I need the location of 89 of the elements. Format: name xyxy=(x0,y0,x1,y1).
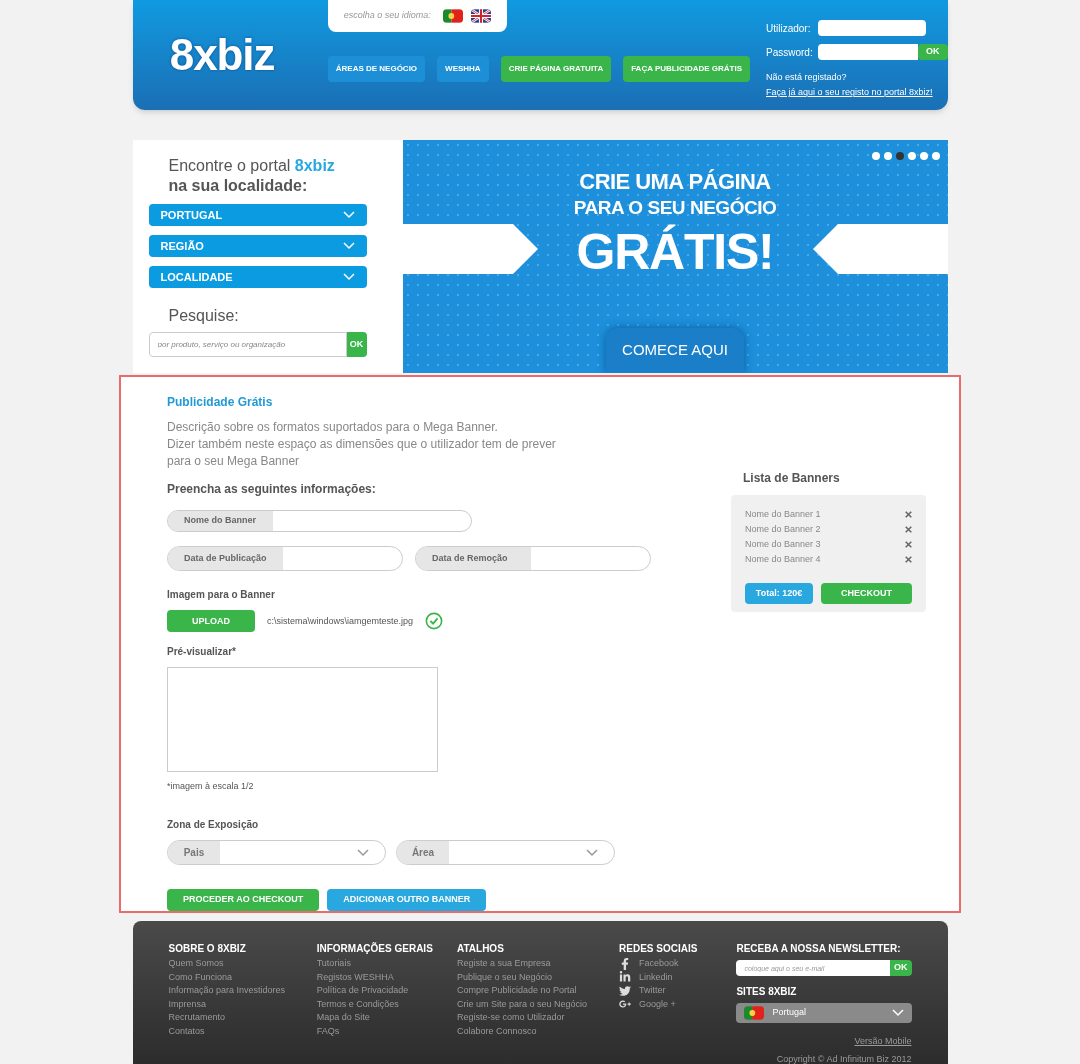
remove-icon[interactable] xyxy=(905,511,912,518)
footer-link[interactable]: Crie um Site para o seu Negócio xyxy=(456,997,620,1011)
footer-heading: SOBRE O 8XBIZ xyxy=(168,942,247,956)
social-link[interactable]: Twitter xyxy=(639,984,666,998)
register-link[interactable]: Faça já aqui o seu registo no portal 8xbiz! xyxy=(766,87,948,99)
form-heading: Preencha as seguintes informações: xyxy=(167,481,377,498)
chevron-down-icon xyxy=(342,273,355,281)
password-field[interactable] xyxy=(818,44,918,60)
nav-button[interactable]: WESHHA xyxy=(437,56,489,82)
search-button[interactable]: OK xyxy=(346,332,367,357)
mobile-version-link[interactable]: Versão Mobile xyxy=(854,1035,912,1049)
footer-link[interactable]: Informação para Investidores xyxy=(168,984,317,998)
brand-name: 8xbiz xyxy=(294,157,335,174)
footer-link[interactable]: Como Funciona xyxy=(168,970,317,984)
footer-link[interactable]: Registe a sua Empresa xyxy=(456,957,620,971)
footer-link[interactable]: Contatos xyxy=(168,1024,317,1038)
footer-link[interactable]: Imprensa xyxy=(168,997,317,1011)
remove-icon[interactable] xyxy=(905,556,912,563)
zone-label: Zona de Exposição xyxy=(167,818,260,832)
login-button[interactable]: OK xyxy=(918,44,948,60)
chevron-down-icon xyxy=(357,848,369,857)
form-action-button[interactable]: PROCEDER AO CHECKOUT xyxy=(167,889,320,911)
footer-link[interactable]: Política de Privacidade xyxy=(316,984,457,998)
form-action-button[interactable]: ADICIONAR OUTRO BANNER xyxy=(327,889,487,911)
remove-icon[interactable] xyxy=(905,541,912,548)
newsletter-button[interactable]: OK xyxy=(890,960,912,976)
banner-list-item: Nome do Banner 2 xyxy=(745,522,821,536)
username-label: Utilizador: xyxy=(766,21,812,36)
footer-link[interactable]: Termos e Condições xyxy=(316,997,457,1011)
banner-headline: PARA O SEU NEGÓCIO xyxy=(573,195,777,220)
search-field[interactable]: por produto, serviço ou organização xyxy=(148,332,347,357)
start-button[interactable]: COMECE AQUI xyxy=(606,328,744,373)
copyright: Copyright © Ad Infinitum Biz 2012 xyxy=(776,1052,912,1064)
password-label: Password: xyxy=(766,45,814,60)
location-dropdown[interactable]: REGIÃO xyxy=(148,235,367,257)
social-link[interactable]: Linkedin xyxy=(639,970,673,984)
footer-link[interactable]: Registos WESHHA xyxy=(316,970,457,984)
total-badge: Total: 120€ xyxy=(745,583,813,604)
footer-link[interactable]: Publique o seu Negócio xyxy=(456,970,620,984)
chevron-down-icon xyxy=(342,242,355,250)
chevron-down-icon xyxy=(342,211,355,219)
site-select[interactable]: Portugal xyxy=(736,1003,912,1023)
language-label: escolha o seu idioma: xyxy=(343,9,431,23)
location-dropdown[interactable]: PORTUGAL xyxy=(148,204,367,226)
chevron-down-icon xyxy=(891,1009,904,1017)
checkout-button[interactable]: CHECKOUT xyxy=(821,583,912,604)
form-description: Descrição sobre os formatos suportados para o Mega Banner. Dizer também neste espaço as dimensões que o utilizador tem de prever para o seu Mega Banner xyxy=(167,419,557,470)
preview-note: *imagem à escala 1/2 xyxy=(167,779,255,793)
footer-heading: REDES SOCIAIS xyxy=(619,942,699,956)
banner-headline: CRIE UMA PÁGINA xyxy=(579,168,771,196)
footer-heading: RECEBA A NOSSA NEWSLETTER: xyxy=(736,942,902,956)
footer-link[interactable]: Registe-se como Utilizador xyxy=(456,1011,620,1025)
nav-button[interactable]: FAÇA PUBLICIDADE GRÁTIS xyxy=(623,56,750,82)
nav-button[interactable]: CRIE PÁGINA GRATUITA xyxy=(500,56,612,82)
nav-button[interactable]: ÁREAS DE NEGÓCIO xyxy=(327,56,426,82)
footer-heading: INFORMAÇÕES GERAIS xyxy=(316,941,434,956)
chevron-down-icon xyxy=(586,848,598,857)
logo[interactable]: 8xbiz xyxy=(169,33,275,77)
finder-subtitle: na sua localidade: xyxy=(167,176,309,196)
social-link[interactable]: Google + xyxy=(639,997,676,1011)
footer-link[interactable]: Compre Publicidade no Portal xyxy=(456,984,620,998)
footer-link[interactable]: Recrutamento xyxy=(168,1011,317,1025)
social-link[interactable]: Facebook xyxy=(639,957,679,971)
flag-icon[interactable] xyxy=(470,9,491,23)
remove-icon[interactable] xyxy=(905,526,912,533)
finder-title: Encontre o portal xyxy=(168,157,291,174)
register-question: Não está registado? xyxy=(766,72,848,84)
upload-button[interactable]: UPLOAD xyxy=(167,610,255,633)
banner-list-item: Nome do Banner 1 xyxy=(745,507,821,521)
image-label: Imagem para o Banner xyxy=(167,588,276,603)
linkedin-icon xyxy=(619,971,632,984)
footer-link[interactable]: FAQs xyxy=(316,1024,457,1038)
footer-link[interactable]: Colabore Connosco xyxy=(456,1024,620,1038)
banner-list-title: Lista de Banners xyxy=(743,470,841,487)
footer-link[interactable]: Quem Somos xyxy=(168,957,317,971)
footer-heading: SITES 8XBIZ xyxy=(736,985,798,999)
location-dropdown[interactable]: LOCALIDADE xyxy=(148,266,367,288)
banner-list-item: Nome do Banner 3 xyxy=(745,537,821,551)
twitter-icon xyxy=(619,984,632,997)
search-label: Pesquise: xyxy=(167,306,240,326)
form-title: Publicidade Grátis xyxy=(167,394,274,411)
flag-icon[interactable] xyxy=(442,9,463,23)
file-path: c:\sistema\windows\iamgemteste.jpg xyxy=(267,614,414,628)
preview-label: Pré-visualizar* xyxy=(167,645,237,660)
footer-heading: ATALHOS xyxy=(456,942,505,956)
footer-link[interactable]: Mapa do Site xyxy=(316,1011,457,1025)
banner-list-item: Nome do Banner 4 xyxy=(745,552,821,566)
footer-link[interactable]: Tutoriais xyxy=(316,957,457,971)
username-field[interactable] xyxy=(818,20,926,36)
